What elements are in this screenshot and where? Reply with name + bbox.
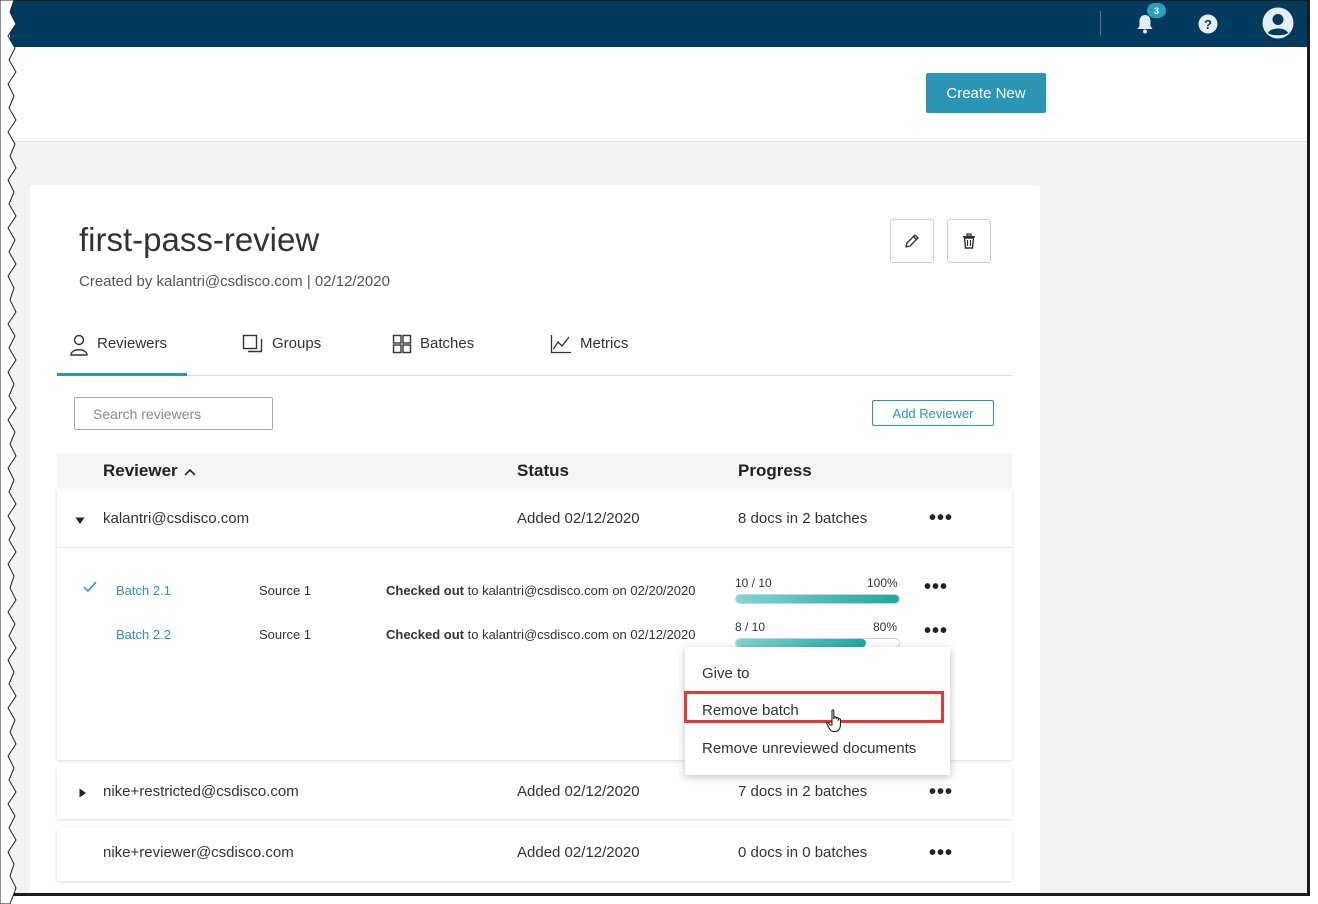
batch-actions-button[interactable]: •••	[924, 621, 948, 641]
batch-link[interactable]: Batch 2.2	[116, 627, 171, 642]
checkout-details: to kalantri@csdisco.com on 02/20/2020	[464, 583, 696, 598]
line-chart-icon	[550, 335, 571, 354]
column-header-status: Status	[517, 461, 569, 480]
checkout-details: to kalantri@csdisco.com on 02/12/2020	[464, 627, 696, 642]
tab-reviewers-label: Reviewers	[97, 335, 168, 352]
delete-button[interactable]	[947, 219, 991, 263]
batch-percent: 80%	[873, 620, 898, 634]
create-new-button[interactable]: Create New	[926, 73, 1046, 113]
search-input[interactable]: Search reviewers	[74, 397, 273, 430]
tab-bar: Reviewers Groups Batches Metrics	[57, 325, 1012, 376]
help-button[interactable]: ?	[1193, 9, 1223, 39]
tab-metrics-label: Metrics	[580, 335, 629, 352]
batch-actions-button[interactable]: •••	[924, 577, 948, 597]
column-header-progress: Progress	[738, 461, 812, 480]
nav-divider	[1100, 11, 1101, 35]
reviewer-status: Added 02/12/2020	[517, 783, 640, 800]
groups-icon	[242, 334, 263, 353]
tab-reviewers[interactable]: Reviewers	[57, 334, 187, 376]
table-header: Reviewer Status Progress	[57, 453, 1012, 488]
checkout-status: Checked out	[386, 583, 465, 598]
menu-item-give-to[interactable]: Give to	[702, 665, 750, 682]
batch-checkout-info: Checked out to kalantri@csdisco.com on 0…	[386, 583, 695, 598]
caret-down-icon[interactable]	[75, 517, 85, 525]
checkmark-icon	[83, 581, 97, 593]
table-row: nike+reviewer@csdisco.com Added 02/12/20…	[57, 827, 1012, 881]
row-actions-button[interactable]: •••	[929, 782, 953, 802]
pencil-icon	[905, 234, 919, 248]
account-button[interactable]	[1261, 6, 1295, 40]
sort-ascending-icon	[184, 468, 196, 476]
reviewer-progress: 0 docs in 0 batches	[738, 844, 868, 861]
trash-icon	[963, 233, 975, 249]
checkout-status: Checked out	[386, 627, 465, 642]
user-icon	[70, 334, 88, 356]
notifications-button[interactable]: 3	[1130, 3, 1166, 39]
batch-progress-bar	[735, 594, 900, 604]
highlight-box	[684, 691, 944, 723]
page-header: Create New	[10, 47, 1307, 142]
page-title: first-pass-review	[79, 221, 320, 258]
batch-link[interactable]: Batch 2.1	[116, 583, 171, 598]
top-nav-bar: 3 ?	[10, 1, 1307, 47]
reviewer-header-label: Reviewer	[103, 461, 178, 480]
help-icon: ?	[1198, 14, 1218, 34]
review-card: first-pass-review Created by kalantri@cs…	[30, 185, 1040, 893]
tab-batches-label: Batches	[420, 335, 475, 352]
grid-icon	[392, 334, 412, 354]
tab-metrics[interactable]: Metrics	[550, 335, 628, 376]
reviewer-email: nike+restricted@csdisco.com	[103, 783, 299, 800]
caret-right-icon[interactable]	[79, 788, 87, 798]
batch-doc-count: 8 / 10	[735, 620, 766, 634]
row-divider	[57, 547, 1012, 548]
progress-fill	[736, 595, 899, 603]
reviewer-status: Added 02/12/2020	[517, 844, 640, 861]
reviewer-progress: 8 docs in 2 batches	[738, 510, 868, 527]
app-window: 3 ? Create New first-pass-review Created…	[10, 0, 1310, 896]
reviewer-progress: 7 docs in 2 batches	[738, 783, 868, 800]
svg-text:?: ?	[1204, 17, 1212, 32]
notification-count-badge: 3	[1147, 3, 1166, 18]
batch-source: Source 1	[259, 627, 312, 642]
menu-item-remove-unreviewed[interactable]: Remove unreviewed documents	[702, 740, 916, 757]
batch-checkout-info: Checked out to kalantri@csdisco.com on 0…	[386, 627, 695, 642]
row-actions-button[interactable]: •••	[929, 843, 953, 863]
tab-groups[interactable]: Groups	[242, 334, 322, 376]
reviewer-status: Added 02/12/2020	[517, 510, 640, 527]
column-header-reviewer[interactable]: Reviewer	[103, 461, 196, 481]
batch-doc-count: 10 / 10	[735, 576, 772, 590]
reviewer-email: nike+reviewer@csdisco.com	[103, 844, 294, 861]
row-actions-button[interactable]: •••	[929, 508, 953, 528]
add-reviewer-button[interactable]: Add Reviewer	[872, 400, 994, 426]
tab-groups-label: Groups	[272, 335, 322, 352]
page-subtitle: Created by kalantri@csdisco.com | 02/12/…	[79, 273, 390, 290]
hand-cursor-icon	[826, 709, 841, 732]
reviewer-email: kalantri@csdisco.com	[103, 510, 250, 527]
torn-edge-decoration	[0, 0, 17, 904]
avatar-icon	[1262, 7, 1294, 39]
edit-button[interactable]	[890, 219, 934, 263]
progress-fill	[736, 639, 867, 647]
tab-batches[interactable]: Batches	[392, 334, 475, 376]
batch-source: Source 1	[259, 583, 312, 598]
batch-percent: 100%	[867, 576, 898, 590]
